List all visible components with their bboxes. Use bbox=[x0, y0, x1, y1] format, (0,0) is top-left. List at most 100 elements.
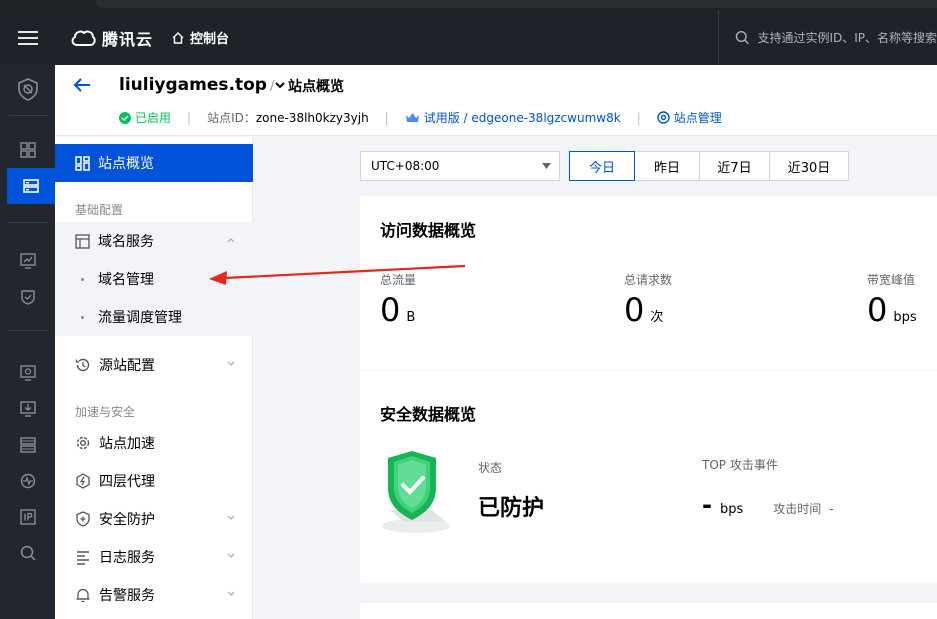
nav-security[interactable]: 安全防护 bbox=[55, 500, 253, 538]
nav-label: 四层代理 bbox=[99, 474, 155, 490]
rail-ip[interactable] bbox=[0, 499, 55, 535]
metric-unit: 次 bbox=[650, 310, 664, 325]
status-text: 已启用 bbox=[135, 111, 172, 125]
cloud-logo-icon bbox=[71, 30, 96, 46]
meta-separator: | bbox=[187, 110, 192, 125]
server-list-icon bbox=[23, 179, 39, 193]
zone-id-label: 站点ID： bbox=[207, 111, 256, 125]
nav-origin-config[interactable]: 源站配置 bbox=[55, 346, 253, 384]
nav-group-accel: 加速与安全 bbox=[75, 405, 136, 419]
rail-pulse[interactable] bbox=[0, 463, 55, 499]
nav-label: 站点概览 bbox=[98, 156, 154, 172]
metric-unit: bps bbox=[893, 310, 917, 325]
site-meta: 已启用 | 站点ID：zone-38lh0kzy3yjh | 试用版 / edg… bbox=[119, 109, 722, 126]
timezone-value: UTC+08:00 bbox=[371, 159, 440, 173]
site-name: liuliygames.top bbox=[119, 75, 267, 95]
zone-id: 站点ID：zone-38lh0kzy3yjh bbox=[207, 109, 369, 126]
attack-time-label: 攻击时间 bbox=[773, 502, 822, 516]
domain-icon bbox=[75, 233, 90, 249]
breadcrumb-separator: / bbox=[270, 79, 275, 94]
menu-button[interactable] bbox=[0, 10, 56, 65]
metric-unit: B bbox=[406, 310, 416, 325]
site-selector[interactable]: liuliygames.top bbox=[119, 75, 285, 95]
caret-down-icon bbox=[542, 163, 551, 169]
timezone-select[interactable]: UTC+08:00 bbox=[360, 151, 560, 181]
rail-security[interactable] bbox=[0, 279, 55, 315]
hamburger-icon bbox=[18, 30, 38, 45]
shield-logo-icon bbox=[17, 78, 38, 101]
zone-id-value: zone-38lh0kzy3yjh bbox=[255, 111, 369, 125]
nav-log-service[interactable]: 日志服务 bbox=[55, 538, 253, 576]
metric-value: 0 bbox=[624, 291, 645, 329]
nav-site-overview[interactable]: 站点概览 bbox=[55, 144, 253, 182]
hexagon-bolt-icon bbox=[76, 473, 90, 489]
nav-l4-proxy[interactable]: 四层代理 bbox=[55, 462, 253, 500]
server-icon bbox=[19, 437, 36, 453]
search-icon bbox=[735, 31, 749, 45]
nav-group-basic: 基础配置 bbox=[75, 203, 124, 217]
nav-alert-service[interactable]: 告警服务 bbox=[55, 576, 253, 614]
annotation-arrow-icon bbox=[209, 264, 466, 285]
crown-icon bbox=[405, 113, 419, 122]
settings-icon bbox=[657, 111, 670, 124]
security-overview-title: 安全数据概览 bbox=[380, 405, 477, 424]
card-divider bbox=[360, 370, 937, 371]
history-icon bbox=[75, 358, 90, 372]
chevron-down-icon bbox=[227, 553, 235, 558]
rail-site-list[interactable] bbox=[7, 168, 55, 204]
nav-site-accel[interactable]: 站点加速 bbox=[55, 424, 253, 462]
rail-servers[interactable] bbox=[0, 427, 55, 463]
chevron-down-icon bbox=[227, 591, 235, 596]
security-status-value: 已防护 bbox=[478, 496, 545, 521]
metric-value: 0 bbox=[867, 291, 888, 329]
rail-divider bbox=[9, 330, 48, 331]
home-icon bbox=[172, 31, 184, 44]
site-manage-link[interactable]: 站点管理 bbox=[657, 109, 722, 126]
console-link[interactable]: 控制台 bbox=[171, 28, 229, 47]
pulse-icon bbox=[20, 473, 35, 489]
shield-plus-icon bbox=[76, 511, 90, 527]
metric-label: 带宽峰值 bbox=[867, 273, 916, 287]
search-placeholder: 支持通过实例ID、IP、名称等搜索 bbox=[757, 31, 937, 45]
top-bar: 腾讯云 控制台 支持通过实例ID、IP、名称等搜索 bbox=[0, 10, 937, 65]
search-icon bbox=[20, 545, 36, 561]
rail-download[interactable] bbox=[0, 391, 55, 427]
metric-bandwidth-peak: 带宽峰值 0 bps bbox=[867, 271, 917, 326]
gear-icon bbox=[76, 436, 90, 450]
brand-name: 腾讯云 bbox=[102, 29, 154, 49]
nav-traffic-manage[interactable]: 流量调度管理 bbox=[55, 298, 253, 336]
time-toolbar: UTC+08:00 今日 昨日 近7日 近30日 bbox=[360, 151, 849, 181]
page-title: 站点概览 bbox=[288, 79, 344, 95]
nav-label: 域名服务 bbox=[98, 234, 154, 250]
global-search-input[interactable]: 支持通过实例ID、IP、名称等搜索 bbox=[718, 10, 937, 65]
list-icon bbox=[77, 551, 89, 565]
range-7days-button[interactable]: 近7日 bbox=[699, 151, 770, 181]
rail-edgeone-logo[interactable] bbox=[0, 71, 55, 107]
browser-address-bar[interactable] bbox=[96, 0, 937, 8]
nav-domain-service[interactable]: 域名服务 bbox=[55, 222, 253, 260]
arrow-left-icon bbox=[73, 78, 90, 92]
range-30days-button[interactable]: 近30日 bbox=[769, 151, 849, 181]
grid-icon bbox=[19, 142, 36, 158]
brand-logo[interactable]: 腾讯云 bbox=[70, 26, 153, 50]
nav-label: 告警服务 bbox=[99, 588, 155, 604]
back-button[interactable] bbox=[73, 77, 91, 93]
range-yesterday-button[interactable]: 昨日 bbox=[634, 151, 700, 181]
rail-monitor[interactable] bbox=[0, 243, 55, 279]
next-card bbox=[360, 603, 937, 619]
chevron-down-icon bbox=[227, 361, 235, 366]
range-today-button[interactable]: 今日 bbox=[569, 151, 635, 181]
rail-search[interactable] bbox=[0, 535, 55, 571]
plan-link[interactable]: 试用版 / edgeone-38lgzcwumw8k bbox=[405, 109, 621, 126]
nav-label: 站点加速 bbox=[99, 436, 155, 452]
rail-divider bbox=[9, 222, 48, 223]
bell-icon bbox=[76, 588, 90, 603]
metric-total-requests: 总请求数 0次 bbox=[624, 271, 672, 326]
rail-dashboard[interactable] bbox=[0, 132, 55, 168]
protected-shield-icon bbox=[382, 451, 450, 533]
side-nav: 站点概览 基础配置 域名服务 域名管理 流量调度管理 源站配置 加速与安全 站点… bbox=[55, 137, 253, 619]
nav-label: 域名管理 bbox=[98, 272, 154, 288]
rail-analytics[interactable] bbox=[0, 355, 55, 391]
access-overview-title: 访问数据概览 bbox=[380, 221, 477, 240]
security-status-label: 状态 bbox=[478, 461, 503, 475]
